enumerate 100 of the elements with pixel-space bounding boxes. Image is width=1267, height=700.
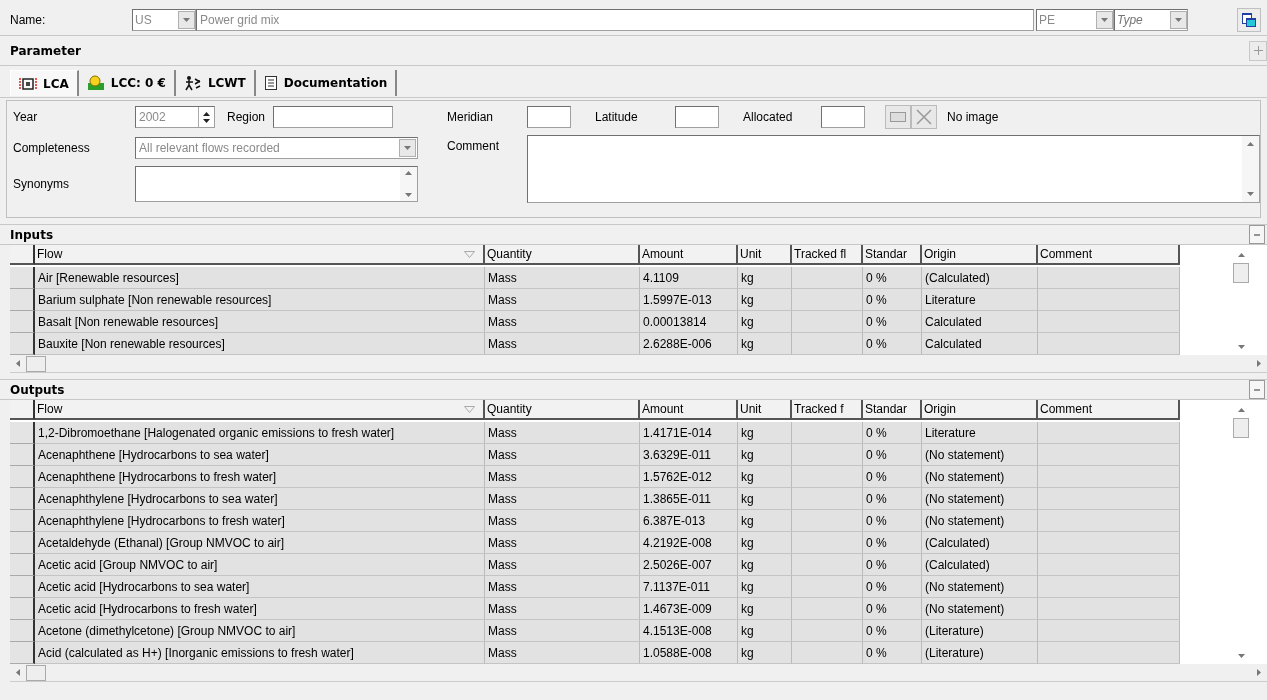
- tab[interactable]: LCA: [10, 70, 79, 96]
- scroll-up-arrow-icon: [1237, 408, 1245, 412]
- field-label: Comment: [447, 139, 499, 153]
- table-cell: 0 %: [863, 532, 922, 554]
- tab[interactable]: LCWT: [175, 70, 256, 96]
- table-cell: [792, 289, 863, 311]
- table-cell: 0 %: [863, 598, 922, 620]
- table-cell: Acid (calculated as H+) [Inorganic emissions to fresh water]: [35, 642, 485, 664]
- image-status: No image: [947, 110, 999, 124]
- field-label: Year: [13, 110, 38, 124]
- table-cell: 0 %: [863, 444, 922, 466]
- table-cell: Mass: [485, 598, 640, 620]
- table-cell: Mass: [485, 311, 640, 333]
- corner-header: [10, 245, 35, 265]
- column-header[interactable]: Flow: [35, 245, 485, 265]
- table-cell: Literature: [922, 289, 1038, 311]
- column-header[interactable]: Quantity: [485, 245, 640, 265]
- meridian-field[interactable]: [527, 106, 571, 128]
- table-cell: 1.5997E-013: [640, 289, 738, 311]
- tab[interactable]: LCC: 0 €: [78, 70, 176, 96]
- column-header[interactable]: Amount: [640, 245, 738, 265]
- scroll-up-arrow-icon: [405, 171, 412, 175]
- region-field[interactable]: [273, 106, 394, 128]
- minus-icon: [1254, 233, 1260, 236]
- dropdown-button[interactable]: [1096, 11, 1113, 29]
- row-header[interactable]: [10, 488, 35, 510]
- table-cell: 6.387E-013: [640, 510, 738, 532]
- type-input[interactable]: Type: [1117, 10, 1170, 30]
- column-header[interactable]: Standar: [863, 245, 922, 265]
- column-header[interactable]: Tracked f: [792, 400, 863, 420]
- dropdown-button[interactable]: [178, 11, 195, 29]
- table-cell: [792, 466, 863, 488]
- scroll-right-arrow-icon: [1257, 360, 1261, 367]
- table-cell: [792, 598, 863, 620]
- latitude-field[interactable]: [675, 106, 719, 128]
- field-label: Completeness: [13, 141, 90, 155]
- column-header[interactable]: Amount: [640, 400, 738, 420]
- table-cell: kg: [738, 267, 792, 289]
- row-header[interactable]: [10, 333, 35, 355]
- row-header[interactable]: [10, 598, 35, 620]
- row-header[interactable]: [10, 532, 35, 554]
- table-cell: (Literature): [922, 620, 1038, 642]
- table-cell: Acetone (dimethylcetone) [Group NMVOC to air]: [35, 620, 485, 642]
- row-header[interactable]: [10, 311, 35, 333]
- table-cell: Acetic acid [Hydrocarbons to fresh water]: [35, 598, 485, 620]
- scroll-left-arrow-icon: [16, 360, 20, 367]
- row-header[interactable]: [10, 642, 35, 664]
- window-switch-button[interactable]: [1237, 8, 1261, 32]
- synonyms-field[interactable]: [135, 166, 418, 202]
- column-header[interactable]: Origin: [922, 245, 1038, 265]
- column-header[interactable]: Standar: [863, 400, 922, 420]
- collapse-button[interactable]: [1249, 225, 1265, 244]
- column-header[interactable]: Origin: [922, 400, 1038, 420]
- row-header[interactable]: [10, 422, 35, 444]
- table-cell: kg: [738, 598, 792, 620]
- row-header[interactable]: [10, 267, 35, 289]
- filter-icon: [464, 250, 475, 258]
- column-header[interactable]: Comment: [1038, 245, 1180, 265]
- row-header[interactable]: [10, 444, 35, 466]
- column-header[interactable]: Comment: [1038, 400, 1180, 420]
- figure-icon: [183, 75, 202, 91]
- scroll-down-arrow-icon: [1237, 654, 1245, 658]
- type-dropdown[interactable]: Type: [1114, 9, 1188, 31]
- collapse-button[interactable]: [1249, 380, 1265, 399]
- down-arrow-icon: [203, 118, 210, 123]
- row-header[interactable]: [10, 554, 35, 576]
- name-field[interactable]: Power grid mix: [196, 9, 1034, 31]
- scroll-down-arrow-icon: [405, 193, 412, 197]
- scrollbar-thumb[interactable]: [26, 355, 46, 372]
- scrollbar-thumb[interactable]: [1233, 418, 1249, 438]
- column-header[interactable]: Unit: [738, 400, 792, 420]
- section-title: Inputs: [10, 227, 54, 242]
- dropdown-arrow-icon: [1175, 18, 1182, 22]
- table-cell: kg: [738, 510, 792, 532]
- country-dropdown[interactable]: US: [132, 9, 196, 31]
- allocated-field[interactable]: [821, 106, 865, 128]
- dropdown-button[interactable]: [1170, 11, 1187, 29]
- table-cell: Air [Renewable resources]: [35, 267, 485, 289]
- row-header[interactable]: [10, 620, 35, 642]
- scrollbar-thumb[interactable]: [26, 664, 46, 681]
- image-icon: [890, 112, 906, 122]
- column-header[interactable]: Unit: [738, 245, 792, 265]
- table-cell: [792, 620, 863, 642]
- column-header[interactable]: Tracked fl: [792, 245, 863, 265]
- table-cell: Mass: [485, 620, 640, 642]
- expand-button[interactable]: [1249, 40, 1267, 61]
- table-cell: 3.6329E-011: [640, 444, 738, 466]
- table-cell: 2.6288E-006: [640, 333, 738, 355]
- column-header[interactable]: Quantity: [485, 400, 640, 420]
- row-header[interactable]: [10, 510, 35, 532]
- table-cell: [792, 311, 863, 333]
- row-header[interactable]: [10, 289, 35, 311]
- comment-field[interactable]: [527, 135, 1260, 203]
- row-header[interactable]: [10, 466, 35, 488]
- field-label: Region: [227, 110, 266, 124]
- tab[interactable]: Documentation: [255, 70, 398, 96]
- table-cell: 1.0588E-008: [640, 642, 738, 664]
- row-header[interactable]: [10, 576, 35, 598]
- scrollbar-thumb[interactable]: [1233, 263, 1249, 283]
- column-header[interactable]: Flow: [35, 400, 485, 420]
